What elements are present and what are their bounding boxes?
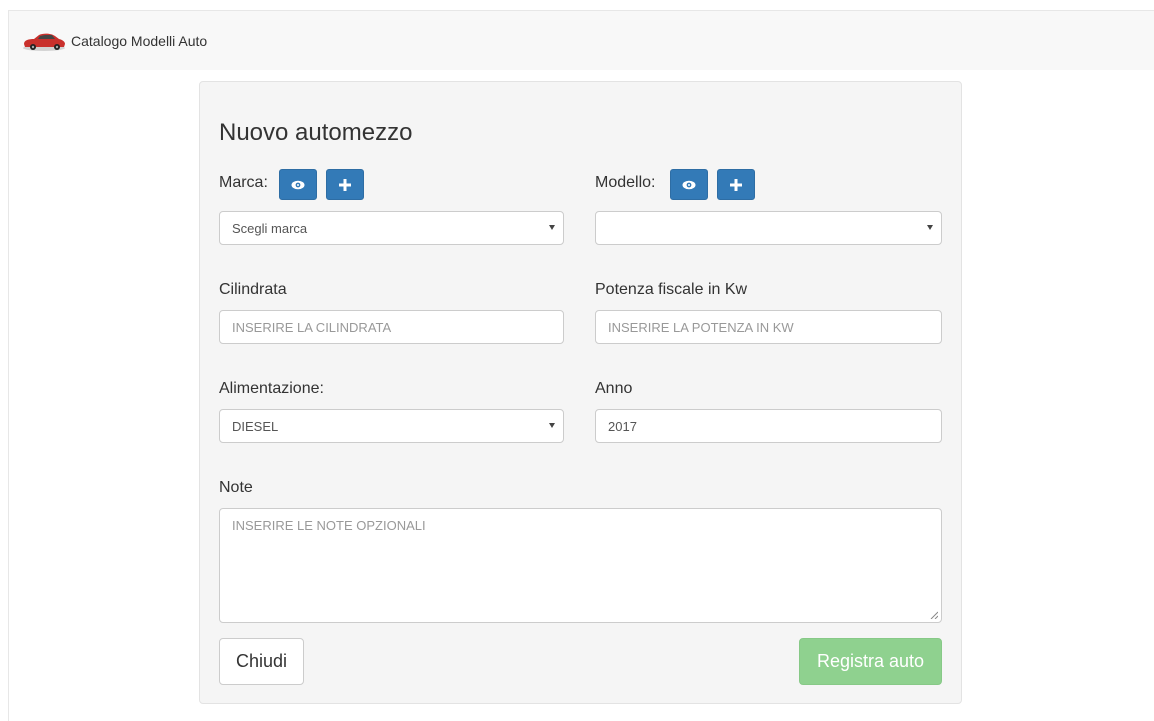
marca-selected: Scegli marca: [232, 220, 308, 236]
marca-select[interactable]: Scegli marca: [219, 211, 564, 245]
note-label: Note: [219, 479, 253, 496]
cilindrata-label: Cilindrata: [219, 281, 287, 298]
eye-icon: [291, 180, 305, 189]
cilindrata-input[interactable]: INSERIRE LA CILINDRATA: [219, 310, 564, 344]
plus-icon: [339, 178, 351, 191]
modello-select[interactable]: [595, 211, 942, 245]
page-divider: [8, 70, 9, 721]
close-button[interactable]: Chiudi: [219, 638, 304, 685]
anno-value: 2017: [608, 418, 637, 434]
note-placeholder: INSERIRE LE NOTE OPZIONALI: [232, 518, 426, 533]
form-title: Nuovo automezzo: [219, 119, 413, 146]
modello-label: Modello:: [595, 174, 656, 191]
alimentazione-label: Alimentazione:: [219, 380, 324, 397]
anno-input[interactable]: 2017: [595, 409, 942, 443]
navbar: Catalogo Modelli Auto: [8, 10, 1154, 70]
view-modello-button[interactable]: [670, 169, 708, 200]
plus-icon: [730, 178, 742, 191]
add-marca-button[interactable]: [326, 169, 364, 200]
note-textarea[interactable]: INSERIRE LE NOTE OPZIONALI: [219, 508, 942, 623]
chevron-down-icon: [549, 225, 555, 230]
add-modello-button[interactable]: [717, 169, 755, 200]
chevron-down-icon: [549, 423, 555, 428]
car-icon: [23, 33, 65, 51]
anno-label: Anno: [595, 380, 633, 397]
alimentazione-selected: DIESEL: [232, 418, 279, 434]
potenza-label: Potenza fiscale in Kw: [595, 281, 748, 298]
navbar-brand[interactable]: Catalogo Modelli Auto: [21, 30, 207, 52]
register-car-button[interactable]: Registra auto: [799, 638, 942, 685]
chevron-down-icon: [927, 225, 933, 230]
eye-icon: [682, 180, 696, 189]
cilindrata-placeholder: INSERIRE LA CILINDRATA: [232, 319, 392, 335]
alimentazione-select[interactable]: DIESEL: [219, 409, 564, 443]
potenza-placeholder: INSERIRE LA POTENZA IN KW: [608, 319, 794, 335]
marca-label: Marca:: [219, 174, 268, 191]
resize-grip-icon[interactable]: [930, 611, 938, 619]
potenza-input[interactable]: INSERIRE LA POTENZA IN KW: [595, 310, 942, 344]
view-marca-button[interactable]: [279, 169, 317, 200]
brand-label: Catalogo Modelli Auto: [71, 33, 208, 49]
